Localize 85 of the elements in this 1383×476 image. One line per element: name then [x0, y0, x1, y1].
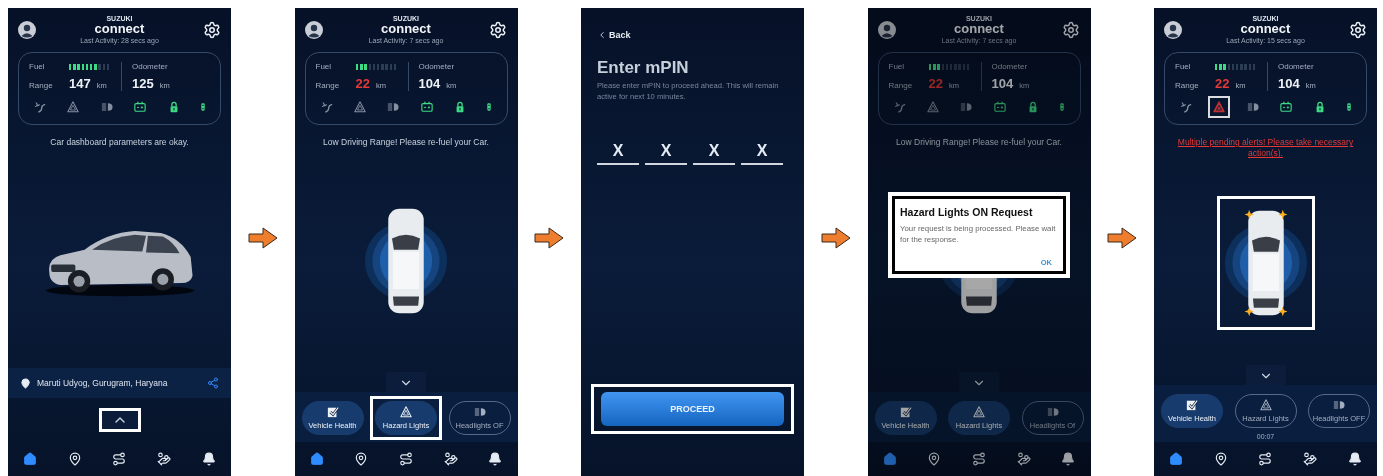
odometer-label: Odometer [132, 62, 169, 71]
avatar-icon[interactable] [304, 20, 323, 39]
map-pin-icon[interactable] [927, 452, 942, 466]
map-pin-icon[interactable] [1213, 452, 1228, 466]
arrow-icon [247, 227, 278, 249]
home-icon[interactable] [1169, 452, 1184, 466]
hand-coins-icon[interactable] [157, 452, 172, 466]
dialog-title: Hazard Lights ON Request [900, 206, 1034, 218]
checklist-icon [899, 406, 912, 418]
home-icon[interactable] [882, 452, 897, 466]
route-icon[interactable] [1258, 452, 1273, 466]
headlight-icon [472, 406, 487, 418]
range-label: Range [888, 81, 914, 90]
fuel-label: Fuel [315, 62, 333, 71]
range-label: Range [29, 81, 54, 90]
odometer-value: 104 [991, 76, 1014, 91]
avatar-icon[interactable] [877, 20, 896, 39]
brand-logo: connect [954, 22, 1004, 35]
headlight-icon [1045, 406, 1060, 418]
expand-handle[interactable] [959, 372, 999, 394]
home-icon[interactable] [309, 452, 324, 466]
odometer-value: 125 [132, 76, 154, 91]
odometer-value: 104 [418, 76, 441, 91]
hazard-triangle-icon [973, 406, 985, 418]
chevron-left-icon [597, 30, 607, 40]
pin-digit-field[interactable]: X [597, 142, 639, 166]
headlight-icon [1332, 399, 1346, 411]
arrow-icon [534, 227, 565, 249]
share-icon[interactable] [207, 377, 219, 389]
hand-coins-icon[interactable] [1016, 452, 1031, 466]
fuel-label: Fuel [888, 62, 906, 71]
arrow-icon [820, 227, 851, 249]
range-label: Range [315, 81, 341, 90]
route-icon[interactable] [972, 452, 986, 466]
brand-logo: connect [381, 22, 431, 35]
range-value: 22 [355, 76, 370, 91]
bell-icon[interactable] [1347, 452, 1362, 466]
fuel-label: Fuel [1175, 62, 1192, 71]
expand-handle[interactable] [1245, 365, 1286, 387]
range-value: 22 [928, 76, 943, 91]
brand-logo: connect [94, 22, 145, 35]
map-pin-icon[interactable] [67, 452, 82, 466]
odometer-value: 104 [1278, 76, 1300, 91]
status-message: Car dashboard parameters are okay. [49, 137, 190, 149]
odometer-label: Odometer [418, 62, 456, 71]
location-text: Maruti Udyog, Gurugram, Haryana [37, 378, 169, 388]
map-pin-icon [20, 377, 31, 389]
settings-icon[interactable] [203, 20, 221, 39]
pin-digit-field[interactable]: X [645, 142, 687, 166]
route-icon[interactable] [399, 452, 413, 466]
pin-digit-field[interactable]: X [693, 142, 735, 166]
bell-icon[interactable] [201, 452, 216, 466]
status-message: Low Driving Range! Please re-fuel your Car. [895, 137, 1063, 149]
arrow-icon [1107, 227, 1138, 249]
status-message: Low Driving Range! Please re-fuel your Car. [322, 137, 490, 149]
odometer-label: Odometer [991, 62, 1029, 71]
checklist-icon [1186, 399, 1198, 411]
bell-icon[interactable] [488, 452, 503, 466]
pin-title: Enter mPIN [597, 58, 690, 78]
route-icon[interactable] [112, 452, 127, 466]
range-label: Range [1175, 81, 1200, 90]
hand-coins-icon[interactable] [1303, 452, 1318, 466]
hazard-triangle-icon [1259, 399, 1272, 411]
map-pin-icon[interactable] [354, 452, 369, 466]
back-button[interactable]: Back [597, 30, 631, 40]
range-value: 147 [69, 76, 91, 91]
expand-handle[interactable] [98, 408, 141, 432]
settings-icon[interactable] [1349, 20, 1367, 39]
settings-icon[interactable] [489, 20, 508, 39]
avatar-icon[interactable] [18, 20, 36, 39]
brand-logo: connect [1240, 22, 1291, 35]
avatar-icon[interactable] [1164, 20, 1182, 39]
hazard-triangle-icon [400, 406, 412, 418]
settings-icon[interactable] [1062, 20, 1081, 39]
odometer-label: Odometer [1278, 62, 1315, 71]
status-message[interactable]: Multiple pending alerts! Please take necessary action(s). [1162, 137, 1369, 160]
bell-icon[interactable] [1061, 452, 1076, 466]
home-icon[interactable] [23, 452, 38, 466]
pin-digit-field[interactable]: X [741, 142, 783, 166]
expand-handle[interactable] [386, 372, 426, 394]
fuel-label: Fuel [29, 62, 46, 71]
hand-coins-icon[interactable] [443, 452, 458, 466]
checklist-icon [326, 406, 339, 418]
range-value: 22 [1215, 76, 1230, 91]
proceed-button[interactable]: PROCEED [601, 392, 784, 426]
